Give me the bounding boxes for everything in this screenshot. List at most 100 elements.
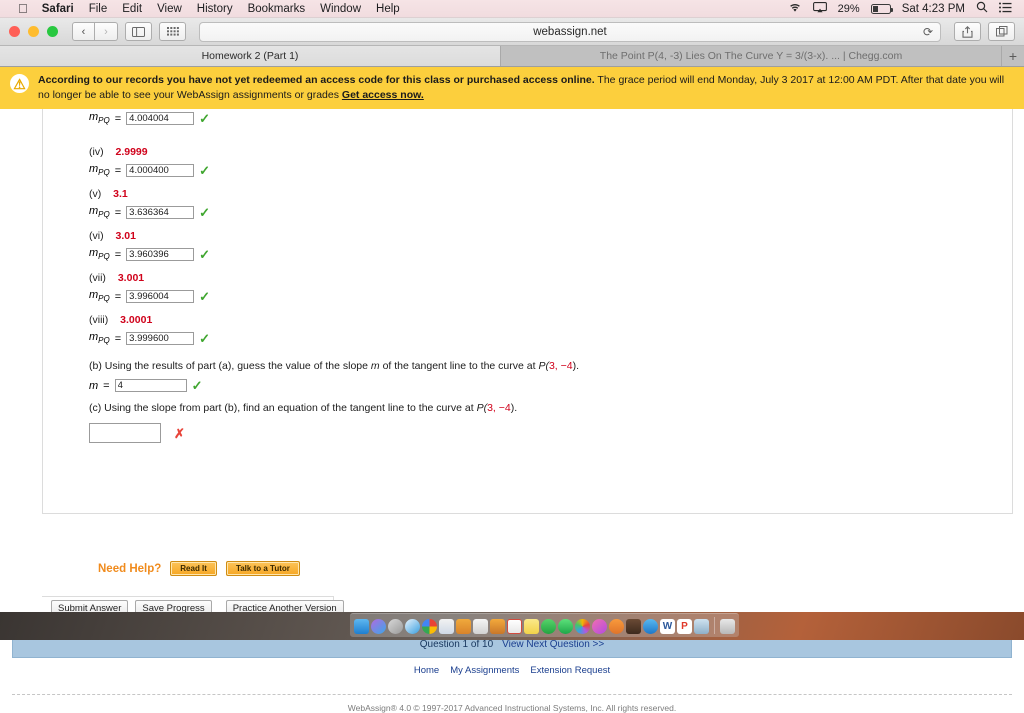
roman-numeral-viii: (viii) [89, 314, 109, 327]
menu-item-bookmarks[interactable]: Bookmarks [248, 3, 306, 15]
utility-icon[interactable] [694, 619, 709, 634]
equals-sign: = [103, 379, 110, 392]
menu-item-help[interactable]: Help [376, 3, 400, 15]
mpq-input-vii[interactable] [126, 290, 195, 304]
row-label-v: (v) 3.1 [89, 188, 210, 200]
word-icon[interactable]: W [660, 619, 675, 634]
sidebar-toggle-icon[interactable] [125, 22, 152, 41]
minimize-window-button[interactable] [28, 26, 39, 37]
mpq-row-vii: mPQ = ✓ [89, 289, 210, 303]
mpq-row-iv: mPQ = ✓ [89, 163, 210, 177]
dock-divider [714, 617, 715, 634]
books-icon[interactable] [609, 619, 624, 634]
contacts-icon[interactable] [456, 619, 471, 634]
get-access-link[interactable]: Get access now. [342, 89, 424, 101]
safari-icon[interactable] [405, 619, 420, 634]
apple-logo-icon[interactable]:  [18, 2, 28, 15]
equals-sign: = [114, 164, 122, 177]
footer-link-home[interactable]: Home [414, 665, 439, 676]
x-value-vii: 3.001 [117, 272, 145, 285]
stickies-icon[interactable] [524, 619, 539, 634]
correct-check-icon: ✓ [191, 378, 203, 394]
correct-check-icon: ✓ [199, 205, 211, 221]
tab-homework[interactable]: Homework 2 (Part 1) [0, 46, 501, 66]
appstore-icon[interactable] [643, 619, 658, 634]
notes-icon[interactable] [473, 619, 488, 634]
view-next-question-link[interactable]: View Next Question >> [502, 639, 604, 650]
calendar-icon[interactable] [507, 619, 522, 634]
battery-icon[interactable] [870, 3, 893, 14]
facetime-icon[interactable] [558, 619, 573, 634]
row-label-viii: (viii) 3.0001 [89, 314, 210, 326]
tab-bar: Homework 2 (Part 1) The Point P(4, -3) L… [0, 46, 1024, 67]
math-row-iv: (iv) 2.9999 mPQ = ✓ [89, 146, 210, 177]
airplay-icon[interactable] [812, 1, 827, 16]
spotlight-search-icon[interactable] [976, 1, 988, 16]
x-value-iv: 2.9999 [115, 146, 148, 159]
mpq-input-vi[interactable] [126, 248, 195, 262]
part-b-input[interactable] [114, 379, 187, 393]
roman-numeral-iv: (iv) [89, 146, 104, 159]
mpq-input-iv[interactable] [126, 164, 195, 178]
new-tab-button[interactable]: + [1002, 46, 1024, 66]
x-value-vi: 3.01 [115, 230, 136, 243]
preview-icon[interactable] [439, 619, 454, 634]
forward-button[interactable]: › [95, 22, 118, 41]
launchpad-icon[interactable] [388, 619, 403, 634]
equals-sign: = [114, 290, 122, 303]
footer-link-my-assignments[interactable]: My Assignments [450, 665, 519, 676]
reload-icon[interactable]: ⟳ [923, 25, 933, 39]
roman-numeral-vii: (vii) [89, 272, 106, 285]
part-c-point-prefix: P( [476, 402, 488, 415]
menu-item-window[interactable]: Window [320, 3, 361, 15]
back-button[interactable]: ‹ [72, 22, 95, 41]
itunes-icon[interactable] [592, 619, 607, 634]
mac-dock: W P [350, 613, 739, 637]
nav-buttons: ‹ › [72, 22, 118, 41]
notification-center-icon[interactable] [999, 2, 1012, 16]
mpq-input-viii[interactable] [126, 332, 195, 346]
chrome-icon[interactable] [422, 619, 437, 634]
menu-item-history[interactable]: History [197, 3, 233, 15]
address-bar[interactable]: webassign.net ⟳ [199, 21, 941, 42]
trash-icon[interactable] [720, 619, 735, 634]
mac-menu-bar:  Safari File Edit View History Bookmark… [0, 0, 1024, 18]
mpq-input-iii[interactable] [126, 112, 195, 126]
row-label-vi: (vi) 3.01 [89, 230, 210, 242]
pdf-icon[interactable]: P [677, 619, 692, 634]
part-b-block: (b) Using the results of part (a), guess… [89, 360, 579, 394]
footer-link-extension-request[interactable]: Extension Request [530, 665, 610, 676]
photos-icon[interactable] [575, 619, 590, 634]
row-label-iv: (iv) 2.9999 [89, 146, 210, 158]
talk-to-tutor-button[interactable]: Talk to a Tutor [225, 561, 300, 577]
imovie-icon[interactable] [626, 619, 641, 634]
menu-item-edit[interactable]: Edit [122, 3, 142, 15]
mpq-label: mPQ [89, 247, 110, 262]
math-row-viii: (viii) 3.0001 mPQ = ✓ [89, 314, 210, 345]
footer-links: Home My Assignments Extension Request [0, 665, 1024, 676]
pages-icon[interactable] [490, 619, 505, 634]
share-icon[interactable] [954, 22, 981, 41]
read-it-button[interactable]: Read It [170, 561, 217, 577]
finder-icon[interactable] [354, 619, 369, 634]
mpq-label: mPQ [89, 163, 110, 178]
mpq-input-v[interactable] [126, 206, 195, 220]
tabs-overview-icon[interactable] [988, 22, 1015, 41]
favorites-grid-icon[interactable] [159, 22, 186, 41]
menubar-clock[interactable]: Sat 4:23 PM [902, 3, 965, 15]
part-b-text-1: (b) Using the results of part (a), guess… [89, 360, 371, 373]
menu-item-file[interactable]: File [89, 3, 108, 15]
tab-chegg[interactable]: The Point P(4, -3) Lies On The Curve Y =… [501, 46, 1002, 66]
equals-sign: = [114, 206, 122, 219]
close-window-button[interactable] [9, 26, 20, 37]
part-c-input[interactable] [89, 423, 161, 444]
part-c-point-suffix: ). [510, 402, 518, 415]
menu-item-view[interactable]: View [157, 3, 182, 15]
menu-item-safari[interactable]: Safari [42, 3, 74, 15]
wifi-icon[interactable] [788, 2, 802, 16]
warning-icon: ⚠ [10, 74, 29, 93]
siri-icon[interactable] [371, 619, 386, 634]
messages-icon[interactable] [541, 619, 556, 634]
access-code-alert-banner: ⚠ According to our records you have not … [0, 67, 1024, 110]
maximize-window-button[interactable] [47, 26, 58, 37]
